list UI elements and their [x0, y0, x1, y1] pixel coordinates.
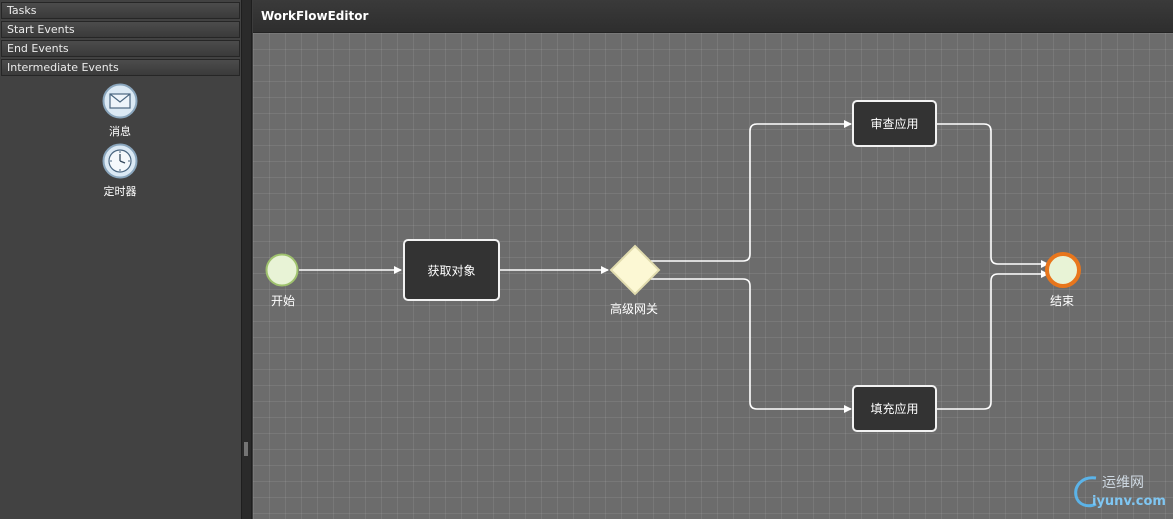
end-event-label: 结束 [1050, 294, 1075, 308]
palette-item-message[interactable]: 消息 [90, 83, 150, 139]
gateway-diamond[interactable] [609, 244, 661, 296]
sequence-flow[interactable] [936, 270, 1049, 410]
accordion-intermediate-events[interactable]: Intermediate Events [1, 59, 240, 76]
accordion-tasks[interactable]: Tasks [1, 2, 240, 19]
start-event[interactable] [265, 253, 299, 287]
diagram-connections [265, 120, 1081, 413]
sequence-flow[interactable] [651, 120, 852, 262]
editor-title: WorkFlowEditor [261, 9, 369, 23]
editor-header: WorkFlowEditor [253, 0, 1173, 33]
sequence-flow[interactable] [936, 123, 1049, 268]
sidebar-splitter[interactable] [241, 0, 252, 519]
workflow-canvas[interactable]: 获取对象 审查应用 填充应用 开始 高级网关 结束 [253, 33, 1173, 519]
splitter-grip-icon[interactable] [244, 442, 249, 456]
watermark-logo: 运维网 iyunv.com [1072, 466, 1173, 519]
palette-sidebar: Tasks Start Events End Events Intermedia… [0, 0, 241, 519]
start-event-label: 开始 [271, 294, 296, 308]
palette-item-label: 定时器 [103, 185, 137, 198]
task-fill-application[interactable]: 填充应用 [852, 385, 937, 432]
watermark-text: 运维网 [1102, 475, 1144, 491]
end-event[interactable] [1045, 252, 1081, 288]
watermark-url: iyunv.com [1092, 494, 1166, 509]
envelope-icon [102, 83, 138, 119]
gateway-label: 高级网关 [610, 302, 659, 316]
task-review-application[interactable]: 审查应用 [852, 100, 937, 147]
palette-item-label: 消息 [109, 125, 131, 138]
task-get-object[interactable]: 获取对象 [403, 239, 500, 301]
palette-item-timer[interactable]: 定时器 [90, 143, 150, 199]
accordion-start-events[interactable]: Start Events [1, 21, 240, 38]
clock-icon [102, 143, 138, 179]
accordion-end-events[interactable]: End Events [1, 40, 240, 57]
sequence-flow[interactable] [651, 278, 852, 413]
